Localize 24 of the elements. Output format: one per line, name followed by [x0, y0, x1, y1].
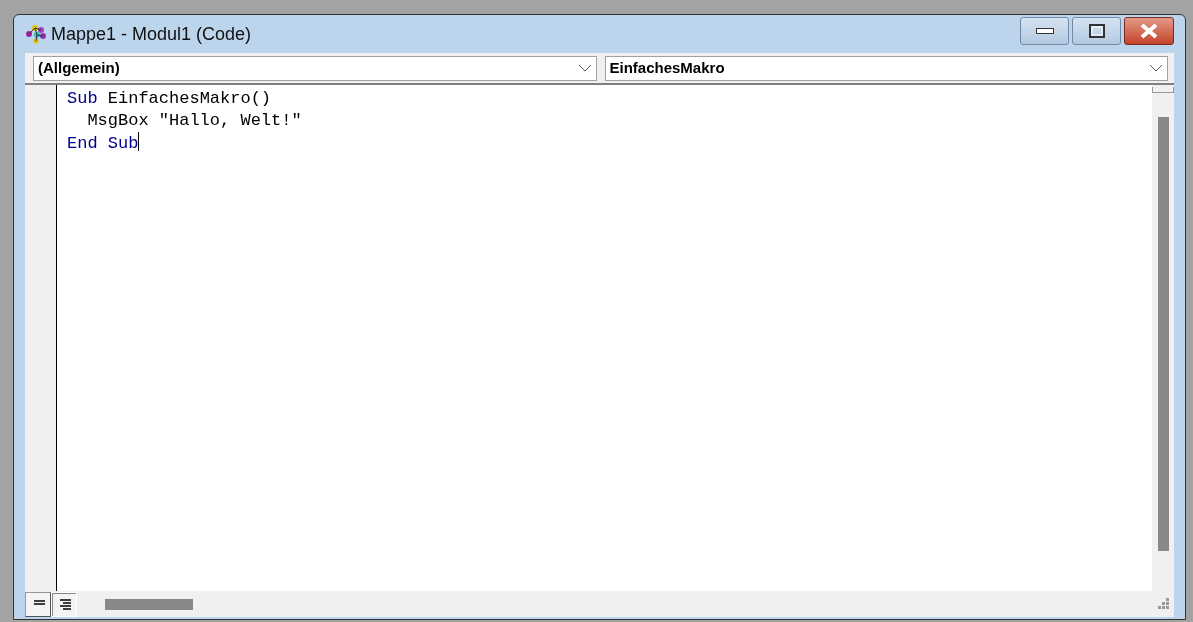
close-button[interactable]: [1124, 17, 1174, 45]
object-dropdown[interactable]: (Allgemein): [33, 55, 597, 81]
close-icon: [1139, 23, 1159, 39]
maximize-icon: [1088, 24, 1105, 38]
lines-icon: [57, 597, 71, 611]
minimize-icon: [1035, 28, 1054, 34]
scroll-thumb[interactable]: [1158, 117, 1169, 551]
procedure-view-button[interactable]: [25, 591, 51, 617]
text-cursor: [138, 132, 140, 151]
code-keyword: End Sub: [67, 134, 139, 153]
code-editor[interactable]: Sub EinfachesMakro() MsgBox "Hallo, Welt!" End Sub: [57, 85, 1152, 591]
procedure-dropdown[interactable]: EinfachesMakro: [604, 55, 1168, 81]
code-keyword: Sub: [67, 89, 98, 108]
module-view-button[interactable]: [51, 591, 77, 617]
horizontal-scroll-thumb[interactable]: [105, 598, 193, 610]
chevron-down-icon: [1149, 64, 1163, 72]
code-text: EinfachesMakro(): [106, 89, 272, 108]
molecule-app-icon: [25, 24, 47, 44]
chevron-down-icon: [577, 64, 592, 72]
maximize-button[interactable]: [1072, 17, 1121, 45]
window-title: Mappe1 - Modul1 (Code): [51, 22, 252, 46]
resize-grip-icon: [1158, 598, 1170, 610]
code-text: MsgBox "Hallo, Welt!": [86, 111, 302, 130]
minimize-button[interactable]: [1020, 17, 1069, 45]
